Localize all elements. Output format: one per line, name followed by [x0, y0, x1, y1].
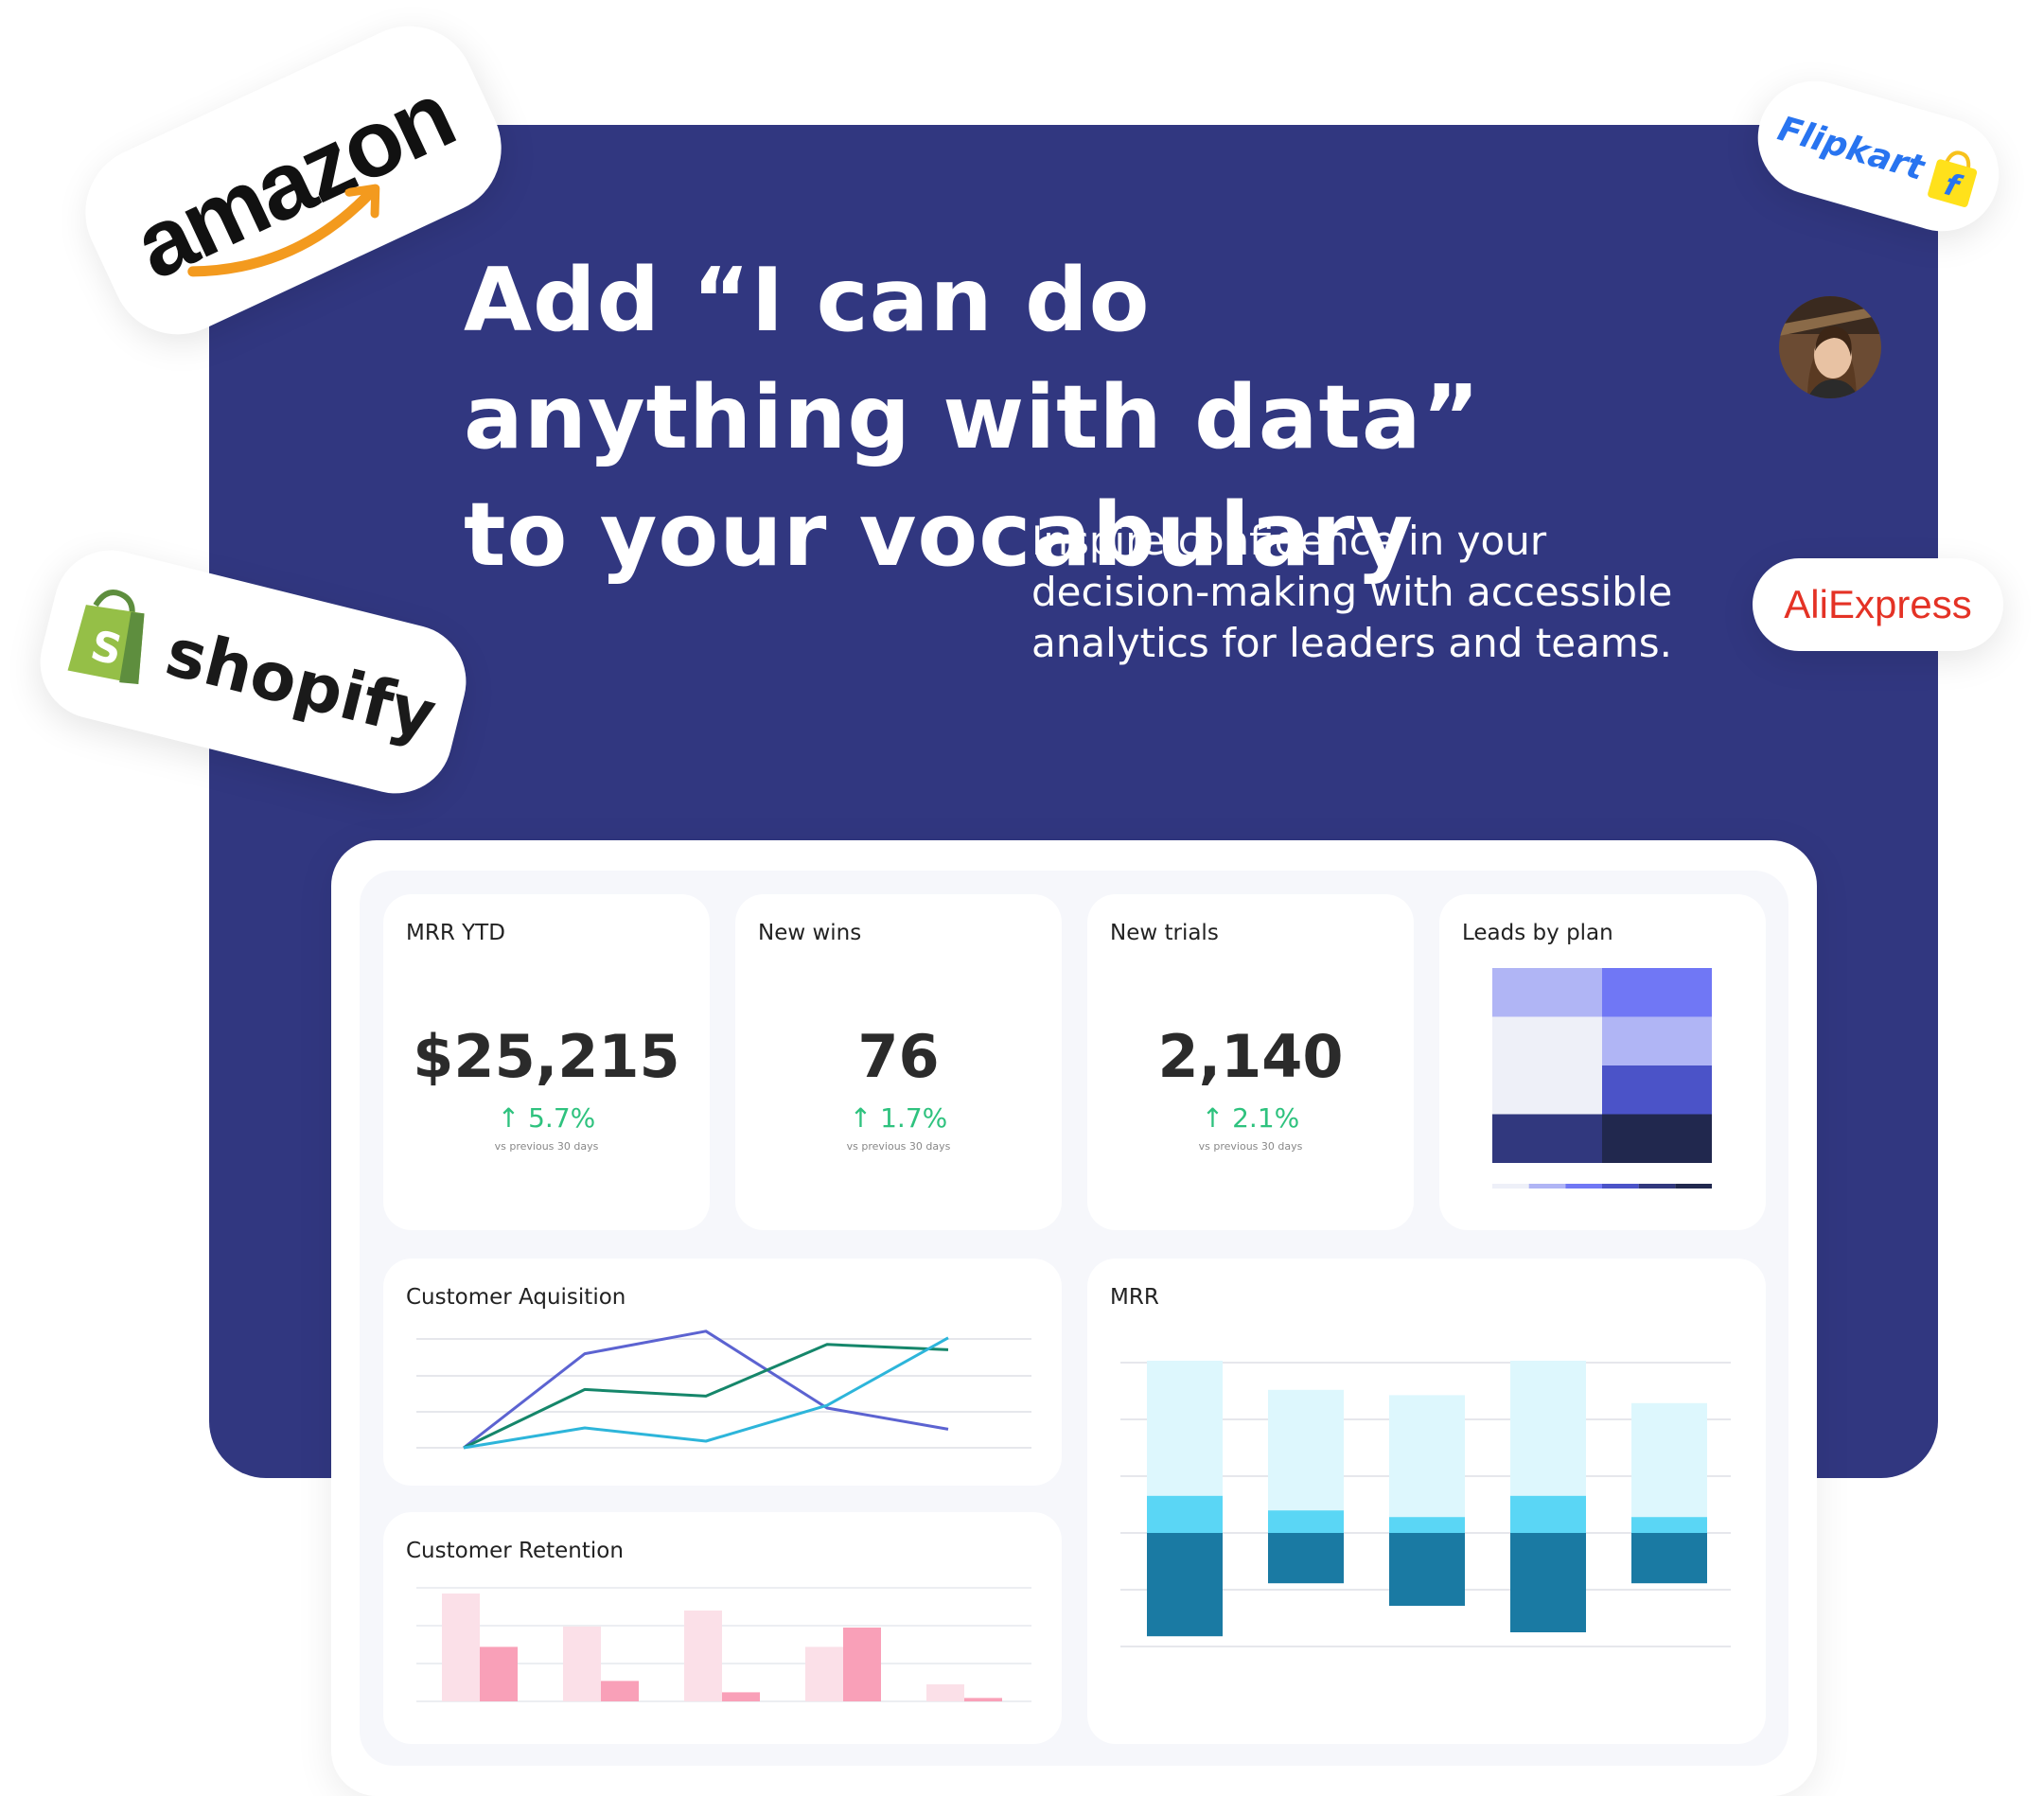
shopify-bag-icon: S: [67, 590, 145, 684]
kpi-card-mrr-ytd[interactable]: MRR YTD $25,215 ↑ 5.7% vs previous 30 da…: [383, 894, 710, 1230]
heatmap-cell: [1602, 1114, 1712, 1163]
mrr-bar-segment: [1268, 1389, 1344, 1511]
series-line: [463, 1343, 949, 1450]
heatmap-legend-swatch: [1565, 1184, 1602, 1189]
customer-aquisition-card[interactable]: Customer Aquisition: [383, 1259, 1062, 1486]
kpi-comparison-note: vs previous 30 days: [1198, 1140, 1303, 1153]
shopify-logo: shopify: [158, 612, 444, 755]
mrr-card[interactable]: MRR: [1087, 1259, 1766, 1744]
kpi-title: New wins: [758, 921, 862, 945]
retention-bar: [480, 1646, 518, 1701]
mrr-bar-segment: [1510, 1361, 1586, 1496]
customer-retention-card[interactable]: Customer Retention: [383, 1512, 1062, 1744]
retention-bar: [684, 1611, 722, 1701]
heatmap-legend-swatch: [1528, 1184, 1566, 1189]
leads-by-plan-heatmap: [1492, 968, 1712, 1189]
kpi-comparison-note: vs previous 30 days: [494, 1140, 599, 1153]
kpi-card-new-wins[interactable]: New wins 76 ↑ 1.7% vs previous 30 days: [735, 894, 1062, 1230]
mrr-bar-segment: [1631, 1533, 1707, 1584]
kpi-change: ↑ 2.1%: [1201, 1102, 1300, 1134]
retention-bar: [964, 1698, 1002, 1701]
retention-bar: [926, 1684, 964, 1701]
person-avatar-icon: [1779, 296, 1881, 398]
aliexpress-logo: AliExpress: [1784, 582, 1972, 626]
heatmap-cell: [1492, 968, 1602, 1017]
kpi-value: $25,215: [413, 1022, 680, 1091]
heatmap-legend-swatch: [1492, 1184, 1529, 1189]
mrr-bar-segment: [1631, 1517, 1707, 1533]
heatmap-cell: [1602, 968, 1712, 1017]
series-line: [463, 1329, 949, 1450]
mrr-bar-segment: [1268, 1510, 1344, 1533]
retention-bar: [843, 1628, 881, 1701]
mrr-bar-segment: [1389, 1395, 1465, 1518]
kpi-value: 76: [857, 1022, 940, 1091]
customer-aquisition-line-chart: [416, 1329, 1031, 1450]
kpi-card-new-trials[interactable]: New trials 2,140 ↑ 2.1% vs previous 30 d…: [1087, 894, 1414, 1230]
mrr-bar-segment: [1389, 1533, 1465, 1606]
customer-retention-bar-chart: [416, 1587, 1031, 1702]
retention-bar: [805, 1646, 843, 1701]
mrr-bar-segment: [1147, 1533, 1223, 1637]
mrr-bar-segment: [1268, 1533, 1344, 1584]
mrr-bar-segment: [1510, 1495, 1586, 1533]
heatmap-cell: [1492, 1114, 1602, 1163]
kpi-title: MRR YTD: [406, 921, 505, 945]
mrr-bar-segment: [1389, 1517, 1465, 1533]
kpi-value: 2,140: [1157, 1022, 1344, 1091]
kpi-change: ↑ 5.7%: [497, 1102, 596, 1134]
mrr-bar-segment: [1147, 1495, 1223, 1533]
retention-bar: [601, 1681, 639, 1701]
heatmap-legend-swatch: [1675, 1184, 1712, 1189]
retention-bar: [442, 1594, 480, 1701]
heatmap-cell: [1492, 1065, 1602, 1115]
retention-bar: [722, 1692, 760, 1701]
mrr-stacked-bar-chart: [1120, 1361, 1731, 1647]
hero-subtext: Inspire confidence in your decision-maki…: [1031, 518, 1673, 666]
flipkart-logo: Flipkart: [1773, 109, 1929, 188]
heatmap-legend-swatch: [1638, 1184, 1676, 1189]
kpi-comparison-note: vs previous 30 days: [846, 1140, 951, 1153]
kpi-change: ↑ 1.7%: [849, 1102, 948, 1134]
heatmap-cell: [1602, 1016, 1712, 1065]
mrr-bar-segment: [1631, 1402, 1707, 1518]
mrr-bar-segment: [1147, 1361, 1223, 1496]
leads-by-plan-card[interactable]: Leads by plan: [1439, 894, 1766, 1230]
flipkart-bag-icon: f: [1928, 150, 1978, 207]
kpi-title: New trials: [1110, 921, 1219, 945]
heatmap-cell: [1602, 1065, 1712, 1115]
aliexpress-logo-badge: AliExpress: [1753, 558, 2003, 651]
heatmap-legend-swatch: [1602, 1184, 1639, 1189]
retention-bar: [563, 1626, 601, 1701]
avatar: [1779, 296, 1881, 398]
heatmap-cell: [1492, 1016, 1602, 1065]
mrr-bar-segment: [1510, 1533, 1586, 1632]
